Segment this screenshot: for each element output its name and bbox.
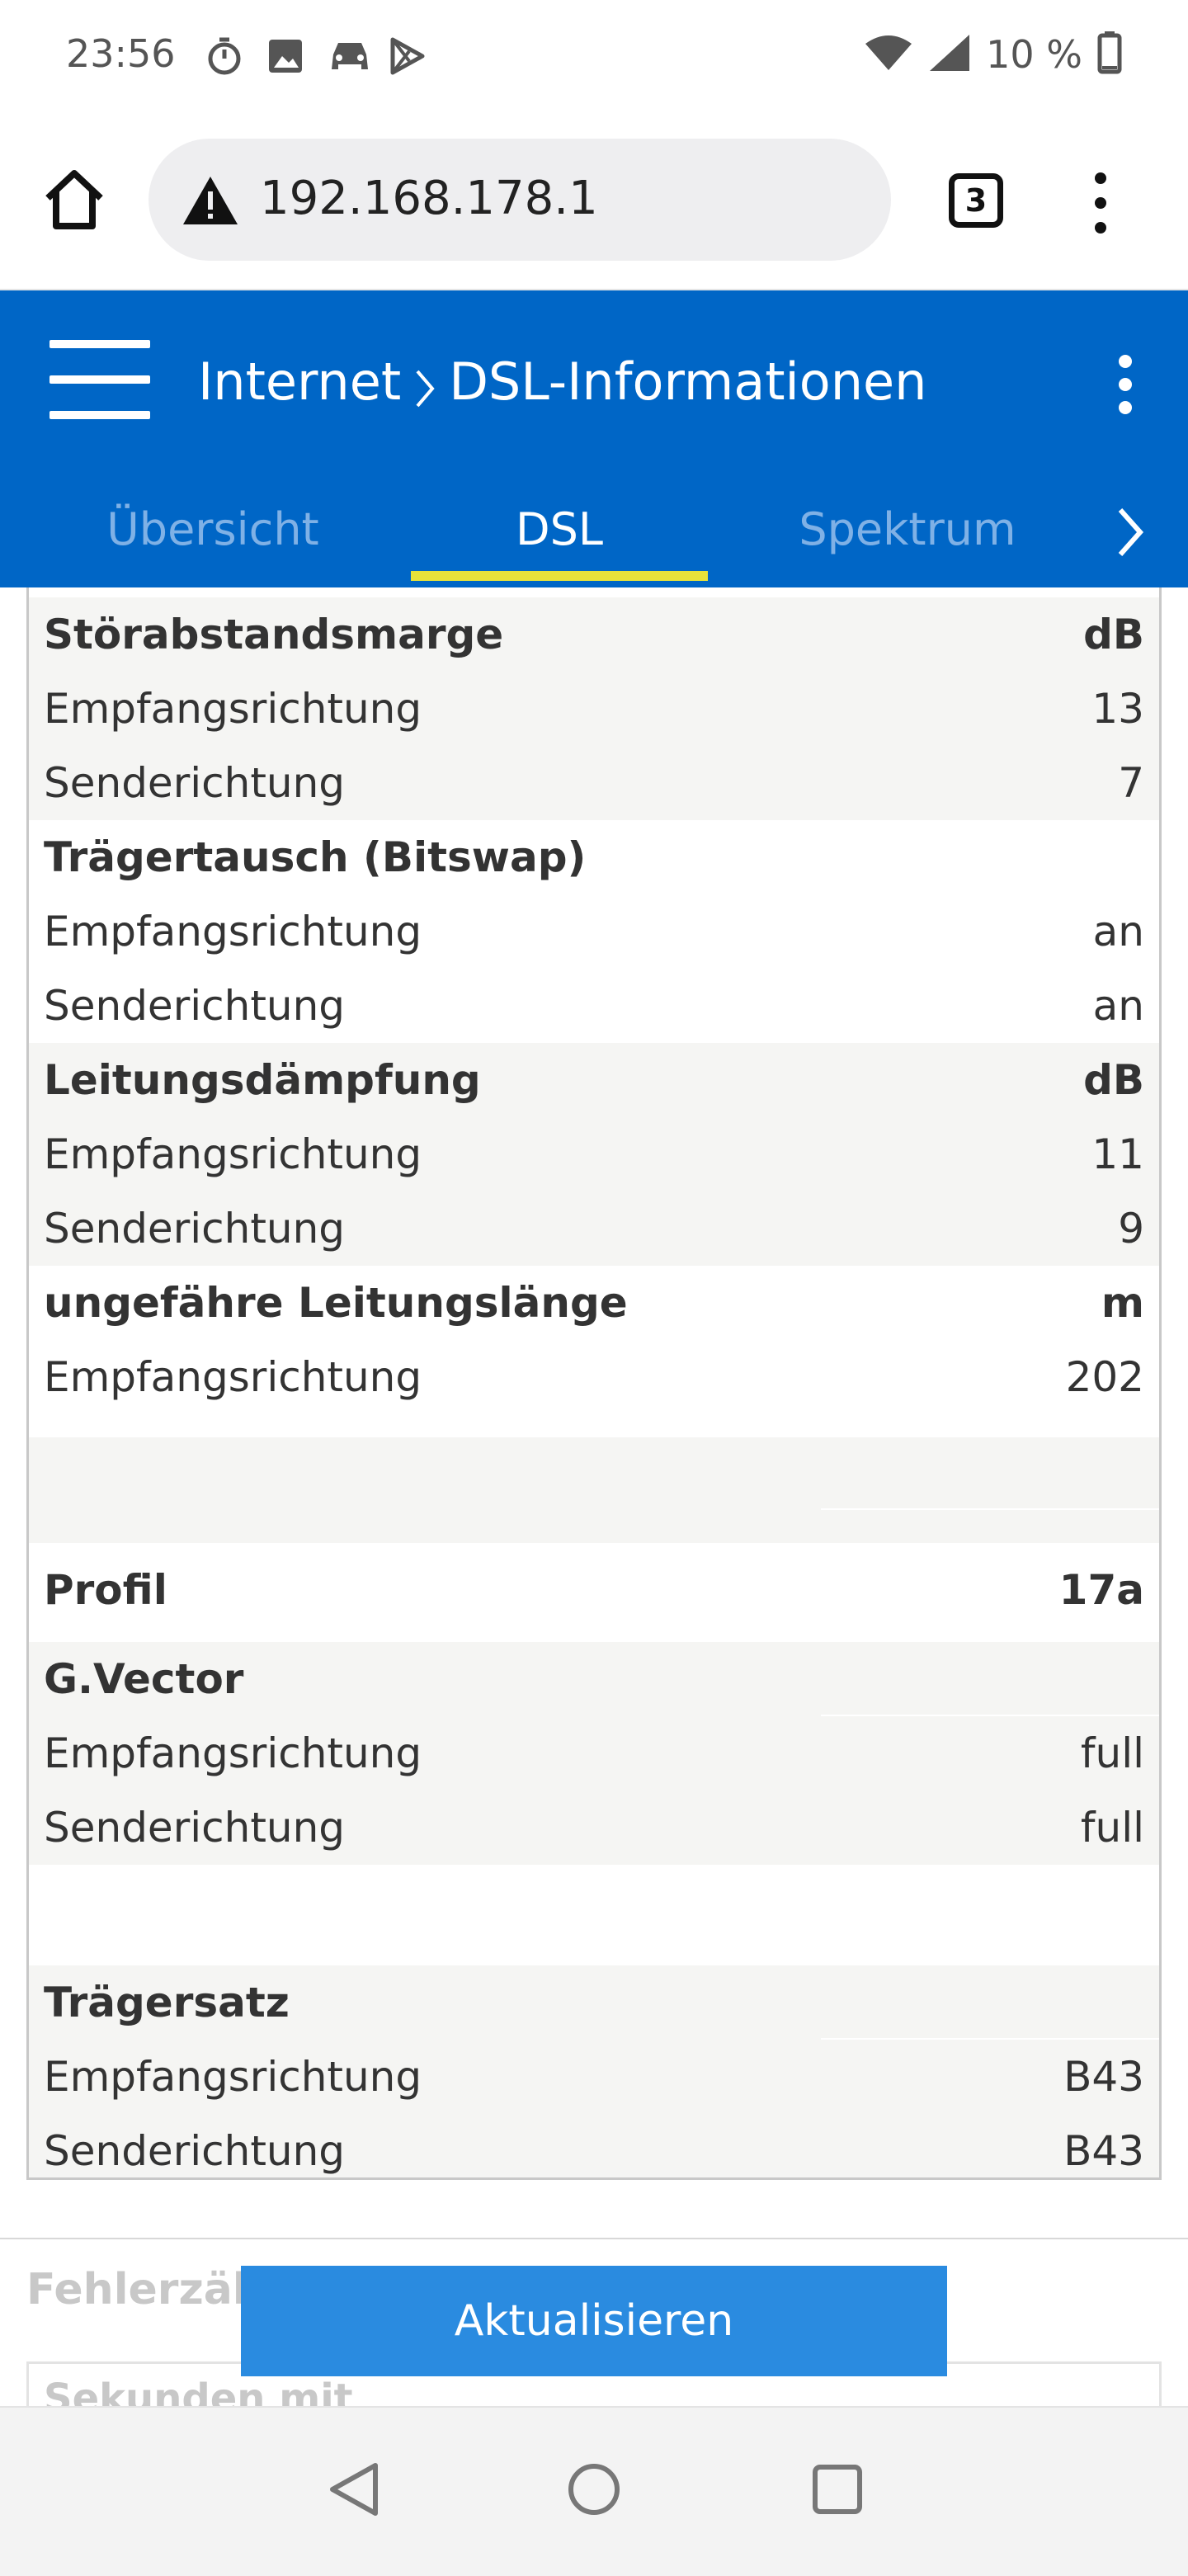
browser-toolbar: 192.168.178.1 3: [0, 116, 1188, 290]
active-tab-indicator: [411, 571, 708, 581]
table-row: Senderichtung 9: [29, 1191, 1159, 1266]
status-bar: 23:56 10 %: [0, 0, 1188, 116]
table-row: Leitungsdämpfung dB: [29, 1043, 1159, 1117]
dsl-table: Störabstandsmarge dB Empfangsrichtung 13 S…: [26, 587, 1162, 2180]
battery-icon: [1097, 31, 1122, 78]
header-more-icon[interactable]: [1115, 353, 1135, 416]
tab-dsl[interactable]: DSL: [411, 472, 708, 587]
warning-icon[interactable]: [182, 175, 239, 226]
table-row: Empfangsrichtung an: [44, 908, 1144, 955]
table-spacer: [29, 1437, 1159, 1543]
table-row: Empfangsrichtung 11: [29, 1117, 1159, 1191]
image-icon: [266, 36, 305, 76]
table-row: Empfangsrichtung 13: [29, 672, 1159, 746]
recents-icon[interactable]: [808, 2460, 866, 2518]
app-header: Internet DSL-Informationen Übersicht DSL…: [0, 290, 1188, 587]
chevron-right-icon: [414, 361, 436, 407]
table-row: Empfangsrichtung full: [29, 1716, 1159, 1790]
url-text[interactable]: 192.168.178.1: [260, 172, 598, 225]
table-row: Trägertausch (Bitswap): [44, 833, 587, 881]
system-nav-bar: [0, 2406, 1188, 2576]
signal-icon: [928, 33, 971, 76]
table-row: Trägersatz: [29, 1965, 1159, 2040]
table-row: Empfangsrichtung B43: [29, 2040, 1159, 2114]
more-vert-icon[interactable]: [1086, 170, 1115, 236]
home-circle-icon[interactable]: [565, 2460, 623, 2518]
car-icon: [327, 36, 368, 76]
wifi-icon: [864, 34, 913, 75]
tab-bar: Übersicht DSL Spektrum: [0, 472, 1188, 587]
table-spacer: [29, 1865, 1159, 1965]
status-time: 23:56: [66, 31, 176, 76]
table-row: Empfangsrichtung 202: [44, 1353, 1144, 1401]
table-row: G.Vector: [29, 1642, 1159, 1716]
breadcrumb-parent[interactable]: Internet: [198, 351, 401, 412]
table-row: Profil 17a: [44, 1566, 1144, 1614]
status-system-icons: 10 %: [864, 31, 1122, 78]
tab-spektrum[interactable]: Spektrum: [742, 472, 1072, 587]
table-row: Störabstandsmarge dB: [29, 597, 1159, 672]
table-row: ungefähre Leitungslänge m: [44, 1279, 1144, 1327]
chevron-right-tab-icon[interactable]: [1114, 505, 1147, 559]
back-icon[interactable]: [326, 2460, 384, 2518]
timer-icon: [205, 36, 244, 76]
tab-switcher-button[interactable]: 3: [949, 173, 1003, 228]
menu-icon[interactable]: [50, 340, 150, 419]
table-row: Senderichtung full: [29, 1790, 1159, 1865]
breadcrumb-current: DSL-Informationen: [449, 351, 927, 412]
address-bar[interactable]: 192.168.178.1: [148, 139, 891, 261]
table-row: Senderichtung 7: [29, 746, 1159, 820]
tab-uebersicht[interactable]: Übersicht: [48, 472, 378, 587]
section-title-error-counter: Fehlerzähl: [26, 2265, 278, 2314]
table-row: Senderichtung an: [44, 982, 1144, 1030]
status-notification-icons: [205, 36, 427, 78]
play-store-icon: [388, 36, 427, 76]
home-icon[interactable]: [41, 167, 107, 233]
refresh-button[interactable]: Aktualisieren: [241, 2266, 947, 2376]
battery-percent: 10 %: [986, 32, 1082, 77]
section-divider: [0, 2238, 1188, 2239]
table-row: Senderichtung B43: [29, 2114, 1159, 2177]
breadcrumb: Internet DSL-Informationen: [198, 351, 926, 412]
